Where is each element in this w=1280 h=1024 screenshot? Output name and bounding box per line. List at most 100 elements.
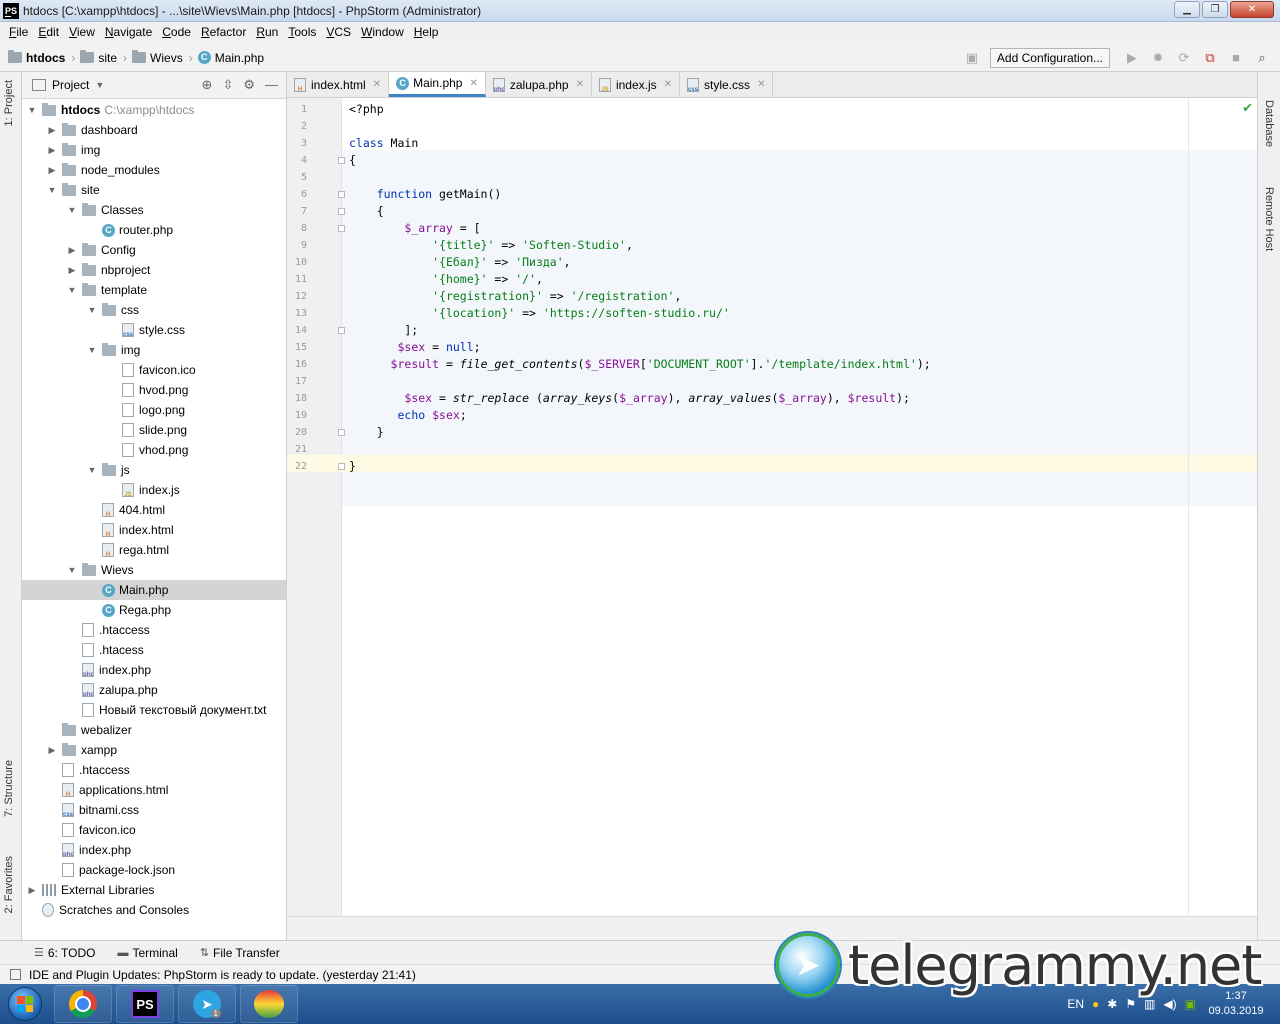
menu-item-run[interactable]: Run (251, 22, 283, 43)
locate-file-icon[interactable]: ⊕ (202, 77, 213, 93)
close-tab-icon[interactable]: ✕ (664, 79, 672, 90)
chevron-down-icon[interactable]: ▼ (86, 305, 98, 315)
tree-item[interactable]: hvod.png (22, 380, 286, 400)
chevron-down-icon[interactable]: ▼ (66, 285, 78, 295)
tree-item[interactable]: Новый текстовый документ.txt (22, 700, 286, 720)
close-tab-icon[interactable]: ✕ (576, 79, 584, 90)
tree-item[interactable]: ▼ htdocs C:\xampp\htdocs (22, 100, 286, 120)
status-message[interactable]: IDE and Plugin Updates: PhpStorm is read… (29, 968, 416, 982)
tree-item[interactable]: vhod.png (22, 440, 286, 460)
code-line[interactable]: 12 '{registration}' => '/registration', (287, 288, 1257, 305)
tree-item[interactable]: H 404.html (22, 500, 286, 520)
breadcrumb-site[interactable]: site (80, 50, 117, 65)
run-icon[interactable]: ▶ (1124, 50, 1140, 66)
code-line[interactable]: 5 (287, 169, 1257, 186)
tab-index-html[interactable]: Hindex.html ✕ (287, 72, 390, 97)
menu-item-vcs[interactable]: VCS (321, 22, 356, 43)
code-line[interactable]: 21 (287, 441, 1257, 458)
tree-item[interactable]: ▼ template (22, 280, 286, 300)
tree-item[interactable]: .htaccess (22, 760, 286, 780)
tree-item[interactable]: Hindex.html (22, 520, 286, 540)
tree-item[interactable]: ▶ External Libraries (22, 880, 286, 900)
fold-marker-icon[interactable] (338, 191, 345, 198)
chevron-down-icon[interactable]: ▼ (86, 465, 98, 475)
tree-item[interactable]: .htacess (22, 640, 286, 660)
chevron-down-icon[interactable]: ▼ (26, 105, 38, 115)
code-line[interactable]: 3 class Main (287, 135, 1257, 152)
chevron-down-icon[interactable]: ▼ (86, 345, 98, 355)
tree-item[interactable]: ▼ img (22, 340, 286, 360)
menu-item-tools[interactable]: Tools (283, 22, 321, 43)
chevron-right-icon[interactable]: ▶ (66, 245, 78, 256)
fold-marker-icon[interactable] (338, 225, 345, 232)
chevron-right-icon[interactable]: ▶ (26, 885, 38, 896)
tree-item[interactable]: C Rega.php (22, 600, 286, 620)
code-line[interactable]: 8 $_array = [ (287, 220, 1257, 237)
project-tool-tab[interactable]: 1: Project (3, 80, 15, 126)
tree-item[interactable]: ▼ site (22, 180, 286, 200)
tree-item[interactable]: .htaccess (22, 620, 286, 640)
menu-item-edit[interactable]: Edit (33, 22, 64, 43)
tree-item[interactable]: Happlications.html (22, 780, 286, 800)
code-line[interactable]: 17 (287, 373, 1257, 390)
fold-marker-icon[interactable] (338, 157, 345, 164)
close-tab-icon[interactable]: ✕ (373, 79, 381, 90)
status-toggle-icon[interactable] (10, 969, 21, 980)
menu-item-help[interactable]: Help (409, 22, 444, 43)
close-tab-icon[interactable]: ✕ (469, 78, 477, 89)
fold-marker-icon[interactable] (338, 429, 345, 436)
add-configuration-button[interactable]: Add Configuration... (989, 47, 1110, 68)
start-button[interactable] (0, 984, 50, 1024)
tree-item[interactable]: ▼ css (22, 300, 286, 320)
tree-item[interactable]: logo.png (22, 400, 286, 420)
tree-item[interactable]: ▼ Wievs (22, 560, 286, 580)
tree-item[interactable]: Scratches and Consoles (22, 900, 286, 920)
fold-marker-icon[interactable] (338, 463, 345, 470)
hide-panel-icon[interactable]: — (265, 77, 278, 93)
structure-tool-tab[interactable]: 7: Structure (3, 760, 15, 817)
tree-item[interactable]: C Main.php (22, 580, 286, 600)
fold-marker-icon[interactable] (338, 208, 345, 215)
tree-item[interactable]: favicon.ico (22, 820, 286, 840)
tree-item[interactable]: ▶ Config (22, 240, 286, 260)
taskbar-phpstorm[interactable]: PS (116, 985, 174, 1023)
tree-item[interactable]: ▼ js (22, 460, 286, 480)
close-button[interactable]: ✕ (1230, 1, 1274, 18)
tab-main-php[interactable]: C Main.php ✕ (389, 72, 486, 97)
chevron-right-icon[interactable]: ▶ (46, 145, 58, 156)
gear-icon[interactable]: ⚙ (243, 77, 255, 93)
minimize-button[interactable]: ▁ (1174, 1, 1200, 18)
code-line[interactable]: 7 { (287, 203, 1257, 220)
tree-item[interactable]: ▼ Classes (22, 200, 286, 220)
code-line[interactable]: 1 <?php (287, 101, 1257, 118)
code-editor[interactable]: 1 <?php 2 3 class Main 4{5 6 function getMain(… (287, 98, 1257, 916)
chevron-right-icon[interactable]: ▶ (46, 125, 58, 136)
taskbar-lgbt-app[interactable] (240, 985, 298, 1023)
maximize-button[interactable]: ❐ (1202, 1, 1228, 18)
code-line[interactable]: 20 } (287, 424, 1257, 441)
search-everywhere-icon[interactable]: ⌕ (1254, 50, 1270, 66)
code-line[interactable]: 13 '{location}' => 'https://soften-studi… (287, 305, 1257, 322)
database-tool-tab[interactable]: Database (1263, 100, 1275, 147)
menu-item-navigate[interactable]: Navigate (100, 22, 157, 43)
chevron-right-icon[interactable]: ▶ (46, 745, 58, 756)
bottom-tool-terminal[interactable]: ▬ Terminal (117, 946, 177, 960)
tree-item[interactable]: Crouter.php (22, 220, 286, 240)
tree-item[interactable]: Hrega.html (22, 540, 286, 560)
tree-item[interactable]: package-lock.json (22, 860, 286, 880)
tab-zalupa-php[interactable]: php zalupa.php ✕ (486, 72, 592, 97)
code-line[interactable]: 4{ (287, 152, 1257, 169)
tree-item[interactable]: ▶ nbproject (22, 260, 286, 280)
menu-item-refactor[interactable]: Refactor (196, 22, 251, 43)
code-line[interactable]: 9 '{title}' => 'Soften-Studio', (287, 237, 1257, 254)
fold-marker-icon[interactable] (338, 327, 345, 334)
profiler-icon[interactable]: ⧉ (1202, 50, 1218, 66)
coverage-icon[interactable]: ⟳ (1176, 50, 1192, 66)
code-line[interactable]: 2 (287, 118, 1257, 135)
tree-item[interactable]: php index.php (22, 660, 286, 680)
code-line[interactable]: 19 echo $sex; (287, 407, 1257, 424)
chevron-down-icon[interactable]: ▼ (46, 185, 58, 195)
bottom-tool-file-transfer[interactable]: ⇅ File Transfer (200, 946, 280, 960)
breadcrumb-wievs[interactable]: Wievs (132, 50, 183, 65)
taskbar-telegram[interactable]: ➤ 1 (178, 985, 236, 1023)
